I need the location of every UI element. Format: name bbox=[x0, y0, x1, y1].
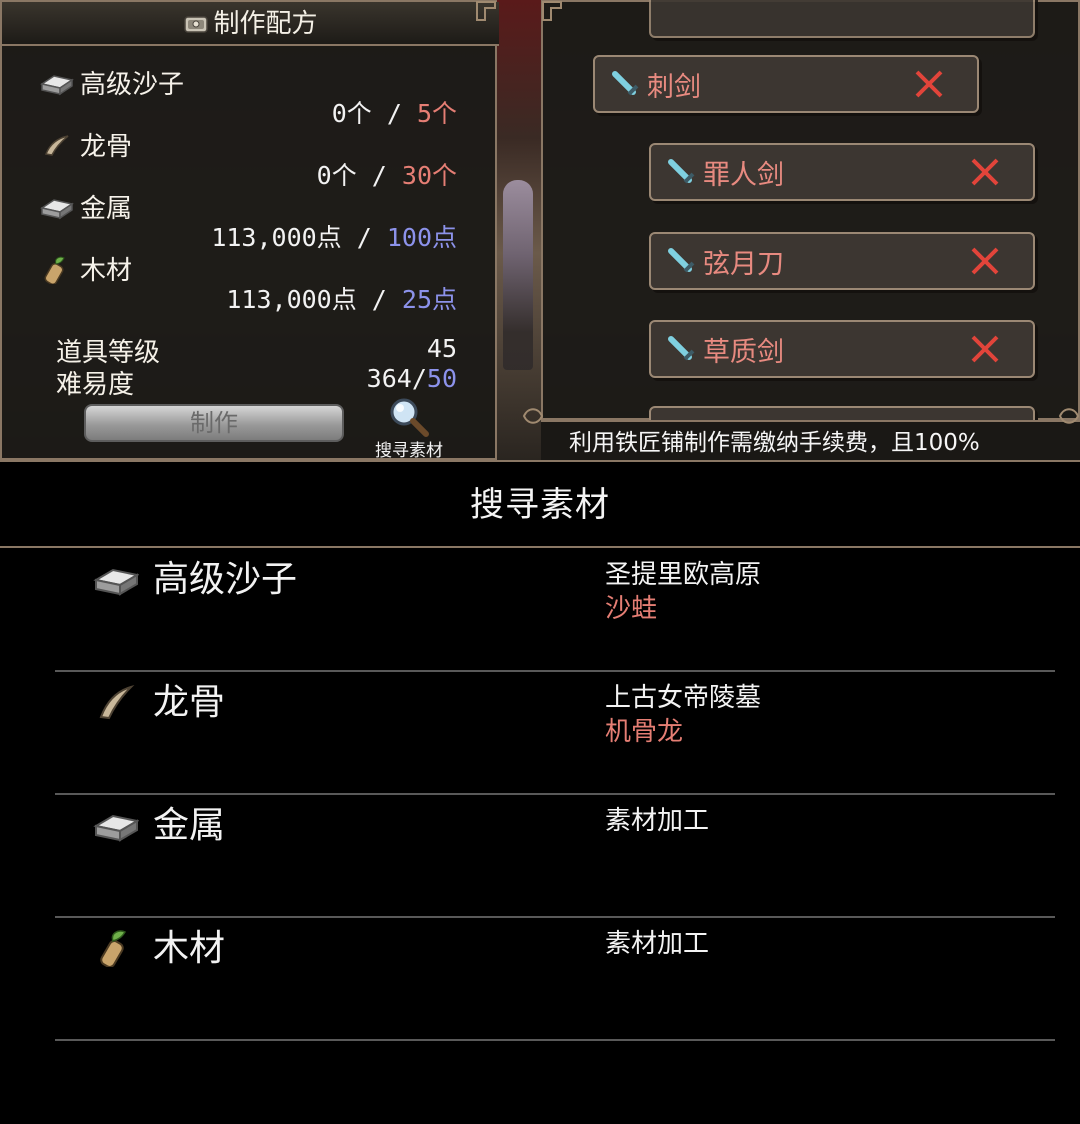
search-materials-button[interactable]: 搜寻素材 bbox=[364, 395, 454, 460]
material-label: 木材 bbox=[80, 256, 133, 286]
ingot-icon bbox=[40, 74, 74, 95]
bone-icon bbox=[44, 134, 69, 156]
sword-icon bbox=[668, 248, 695, 273]
qty-separator: / bbox=[356, 285, 402, 314]
qty-separator: / bbox=[356, 161, 402, 190]
difficulty-max: 50 bbox=[426, 364, 457, 393]
material-label: 龙骨 bbox=[80, 132, 133, 162]
recipe-book-icon bbox=[184, 16, 209, 33]
weapon-list-item-partial[interactable] bbox=[649, 0, 1035, 38]
craft-button[interactable]: 制作 bbox=[84, 404, 344, 442]
close-icon[interactable] bbox=[965, 152, 1005, 192]
list-item[interactable]: 龙骨 上古女帝陵墓 机骨龙 bbox=[55, 671, 1055, 795]
qty-separator: / bbox=[341, 223, 387, 252]
material-name: 高级沙子 bbox=[153, 559, 298, 600]
close-icon[interactable] bbox=[909, 64, 949, 104]
material-location: 素材加工 bbox=[605, 806, 710, 836]
material-location: 素材加工 bbox=[605, 929, 710, 959]
list-item[interactable]: 金属 素材加工 bbox=[55, 794, 1055, 918]
recipe-panel: 制作配方 高级沙子 0个 / 5个 龙骨 0个 / 30个 金属 113,000… bbox=[0, 0, 499, 460]
have-amount: 113,000点 bbox=[226, 285, 357, 314]
difficulty-label: 难易度 bbox=[56, 370, 135, 400]
have-amount: 113,000点 bbox=[211, 223, 342, 252]
need-amount: 100点 bbox=[386, 223, 457, 252]
recipe-material-name: 高级沙子 bbox=[40, 64, 184, 101]
ornament-corner-icon bbox=[476, 1, 496, 21]
recipe-material-name: 金属 bbox=[40, 188, 132, 225]
material-label: 金属 bbox=[80, 194, 133, 224]
ornament-corner-icon bbox=[1058, 408, 1080, 424]
search-materials-label: 搜寻素材 bbox=[375, 441, 443, 460]
search-panel-header: 搜寻素材 bbox=[0, 460, 1080, 548]
need-amount: 25点 bbox=[401, 285, 457, 314]
list-item[interactable]: 木材 素材加工 bbox=[55, 917, 1055, 1041]
need-amount: 5个 bbox=[416, 99, 457, 128]
material-quantity: 113,000点 / 100点 bbox=[211, 218, 457, 254]
material-quantity: 113,000点 / 25点 bbox=[226, 280, 457, 316]
recipe-panel-title: 制作配方 bbox=[213, 9, 318, 39]
wood-icon bbox=[100, 930, 127, 967]
weapon-name: 草质剑 bbox=[703, 336, 784, 368]
sword-icon bbox=[668, 336, 695, 361]
sword-icon bbox=[668, 159, 695, 184]
fee-notice: 利用铁匠铺制作需缴纳手续费，且100% bbox=[541, 420, 1080, 460]
list-item[interactable]: 高级沙子 圣提里欧高原 沙蛙 bbox=[55, 548, 1055, 672]
material-source: 沙蛙 bbox=[605, 594, 658, 624]
difficulty-value: 364/50 bbox=[367, 364, 457, 393]
recipe-material-name: 木材 bbox=[40, 250, 132, 287]
search-panel-title: 搜寻素材 bbox=[470, 485, 610, 525]
material-label: 高级沙子 bbox=[80, 70, 185, 100]
sword-icon bbox=[612, 71, 639, 96]
close-icon[interactable] bbox=[965, 329, 1005, 369]
difficulty-current: 364/ bbox=[366, 364, 427, 393]
character-figure bbox=[503, 180, 533, 370]
weapon-list-item[interactable]: 罪人剑 bbox=[649, 143, 1035, 201]
item-level-value: 45 bbox=[426, 334, 457, 363]
recipe-material-name: 龙骨 bbox=[40, 126, 132, 163]
have-amount: 0个 bbox=[331, 99, 372, 128]
weapon-list-panel: 刺剑 罪人剑 弦月刀 草质剑 bbox=[541, 0, 1080, 460]
close-icon[interactable] bbox=[965, 241, 1005, 281]
need-amount: 30个 bbox=[401, 161, 457, 190]
material-quantity: 0个 / 30个 bbox=[317, 156, 457, 192]
magnifier-icon bbox=[390, 398, 429, 437]
ingot-icon bbox=[93, 568, 139, 596]
material-source: 机骨龙 bbox=[605, 717, 684, 747]
ingot-icon bbox=[93, 814, 139, 842]
material-location: 圣提里欧高原 bbox=[605, 560, 762, 590]
weapon-list-item[interactable]: 刺剑 bbox=[593, 55, 979, 113]
weapon-name: 弦月刀 bbox=[703, 248, 784, 280]
weapon-name: 刺剑 bbox=[647, 71, 701, 103]
wood-icon bbox=[44, 256, 65, 284]
ornament-corner-icon bbox=[522, 408, 544, 424]
material-name: 龙骨 bbox=[153, 682, 226, 723]
material-name: 金属 bbox=[153, 805, 226, 846]
material-quantity: 0个 / 5个 bbox=[332, 94, 457, 130]
qty-separator: / bbox=[371, 99, 417, 128]
ornament-corner-icon bbox=[542, 1, 562, 21]
weapon-list-item[interactable]: 弦月刀 bbox=[649, 232, 1035, 290]
recipe-panel-header: 制作配方 bbox=[2, 2, 499, 46]
weapon-list-item[interactable]: 草质剑 bbox=[649, 320, 1035, 378]
ingot-icon bbox=[40, 198, 74, 219]
material-name: 木材 bbox=[153, 928, 226, 969]
bone-icon bbox=[99, 684, 135, 720]
scene-background bbox=[497, 0, 541, 460]
game-scene: 制作配方 高级沙子 0个 / 5个 龙骨 0个 / 30个 金属 113,000… bbox=[0, 0, 1080, 460]
material-location: 上古女帝陵墓 bbox=[605, 683, 762, 713]
weapon-name: 罪人剑 bbox=[703, 159, 784, 191]
have-amount: 0个 bbox=[316, 161, 357, 190]
